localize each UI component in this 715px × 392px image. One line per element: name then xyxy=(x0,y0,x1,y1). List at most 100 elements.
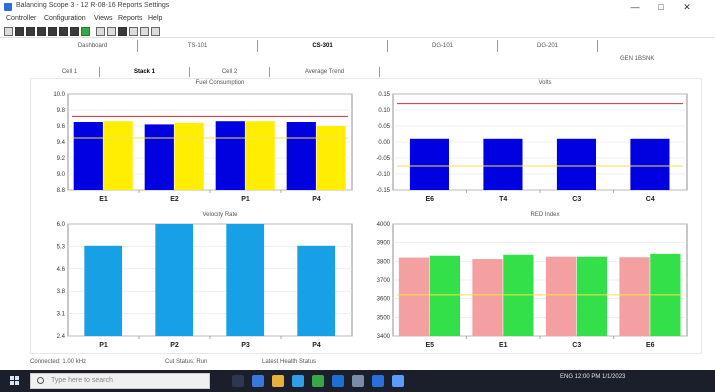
x-tick-label: E6 xyxy=(646,342,655,349)
x-tick-label: P2 xyxy=(170,342,179,349)
open-icon[interactable] xyxy=(15,27,24,36)
y-tick-label: 3.1 xyxy=(57,312,66,318)
x-tick-label: E6 xyxy=(425,196,434,203)
minimize-button[interactable]: — xyxy=(624,1,646,13)
menu-help[interactable]: Help xyxy=(148,15,162,22)
x-tick-label: P4 xyxy=(312,196,321,203)
help-icon[interactable] xyxy=(151,27,160,36)
x-tick-label: P1 xyxy=(241,196,250,203)
file-explorer-icon[interactable] xyxy=(272,375,284,387)
y-tick-label: 6.0 xyxy=(57,222,66,228)
mail-icon[interactable] xyxy=(332,375,344,387)
velocity-rate-bar xyxy=(297,245,336,336)
settings-icon[interactable] xyxy=(140,27,149,36)
zoom-in-icon[interactable] xyxy=(96,27,105,36)
x-tick-label: C3 xyxy=(572,196,581,203)
y-tick-label: 0.00 xyxy=(378,140,390,146)
sub-tabs: Cell 1 Stack 1 Cell 2 Average Trend xyxy=(40,67,440,77)
fuel-consumption-bar xyxy=(144,124,174,190)
x-tick-label: P4 xyxy=(312,342,321,349)
y-tick-label: 3.8 xyxy=(57,289,66,295)
y-tick-label: -0.10 xyxy=(376,172,390,178)
tab-ts-101[interactable]: TS-101 xyxy=(138,40,258,52)
chart-icon[interactable] xyxy=(59,27,68,36)
y-tick-label: 4.6 xyxy=(57,267,66,273)
system-tray: ENG 12:00 PM 1/1/2023 xyxy=(560,374,626,380)
tab-dg-101[interactable]: DG-101 xyxy=(388,40,498,52)
new-icon[interactable] xyxy=(4,27,13,36)
x-tick-label: T4 xyxy=(499,196,507,203)
fuel-consumption-bar xyxy=(245,121,275,190)
red-index-bar xyxy=(429,255,461,336)
store-icon[interactable] xyxy=(292,375,304,387)
red-index-chart: 4000 3900 3800 3700 3600 3500 3400 E5 E1 C3 E6 xyxy=(377,222,688,349)
toolbar xyxy=(0,25,715,38)
subtab-stack-1[interactable]: Stack 1 xyxy=(100,67,190,77)
y-tick-label: 9.0 xyxy=(57,172,66,178)
app-gray-icon[interactable] xyxy=(352,375,364,387)
y-tick-label: 9.4 xyxy=(57,140,66,146)
close-button[interactable]: ✕ xyxy=(676,1,698,13)
subtab-cell-2[interactable]: Cell 2 xyxy=(190,67,270,77)
subtab-average-trend[interactable]: Average Trend xyxy=(270,67,380,77)
y-tick-label: -0.05 xyxy=(376,156,390,162)
app-icon xyxy=(4,3,12,11)
fuel-consumption-bar xyxy=(174,122,204,190)
x-tick-label: E1 xyxy=(99,196,108,203)
window-icon[interactable] xyxy=(129,27,138,36)
search-icon xyxy=(37,377,44,384)
red-index-bar xyxy=(472,259,503,336)
maximize-button[interactable]: □ xyxy=(650,1,672,13)
volts-bar xyxy=(556,138,596,190)
x-tick-label: C3 xyxy=(572,342,581,349)
print-icon[interactable] xyxy=(37,27,46,36)
y-tick-label: 3400 xyxy=(377,334,391,340)
edge-icon[interactable] xyxy=(252,375,264,387)
x-tick-label: E5 xyxy=(425,342,434,349)
y-tick-label: 3900 xyxy=(377,241,391,247)
y-tick-label: 0.15 xyxy=(378,92,390,98)
y-tick-label: 3700 xyxy=(377,278,391,284)
taskbar-search-input[interactable]: Type here to search xyxy=(30,373,210,389)
search-placeholder: Type here to search xyxy=(51,377,113,384)
balancing-scope-icon[interactable] xyxy=(392,375,404,387)
menu-configuration[interactable]: Configuration xyxy=(44,15,86,22)
y-tick-label: 3600 xyxy=(377,297,391,303)
x-tick-label: P3 xyxy=(241,342,250,349)
run-icon[interactable] xyxy=(81,27,90,36)
windows-start-icon[interactable] xyxy=(10,376,20,386)
subtab-cell-1[interactable]: Cell 1 xyxy=(40,67,100,77)
velocity-rate-chart: 6.0 5.3 4.6 3.8 3.1 2.4 P1 P2 P3 P4 xyxy=(57,222,353,349)
menu-controller[interactable]: Controller xyxy=(6,15,36,22)
y-tick-label: 2.4 xyxy=(57,334,66,340)
fuel-consumption-bar xyxy=(316,126,346,190)
y-tick-label: 0.05 xyxy=(378,124,390,130)
y-tick-label: -0.15 xyxy=(376,188,390,194)
y-tick-label: 3500 xyxy=(377,315,391,321)
task-view-icon[interactable] xyxy=(232,375,244,387)
table-icon[interactable] xyxy=(70,27,79,36)
fuel-consumption-bar xyxy=(73,122,103,190)
status-health: Latest Health Status xyxy=(262,359,317,365)
tab-dg-201[interactable]: DG-201 xyxy=(498,40,598,52)
x-tick-label: C4 xyxy=(646,196,655,203)
app-blue-icon[interactable] xyxy=(372,375,384,387)
tab-dashboard[interactable]: Dashboard xyxy=(48,40,138,52)
x-tick-label: P1 xyxy=(99,342,108,349)
menu-views[interactable]: Views xyxy=(94,15,113,22)
fuel-consumption-bar xyxy=(286,122,316,190)
chart-title-volts: Volts xyxy=(538,80,552,86)
menu-reports[interactable]: Reports xyxy=(118,15,143,22)
zoom-out-icon[interactable] xyxy=(107,27,116,36)
tab-cs-301[interactable]: CS-301 xyxy=(258,40,388,52)
y-tick-label: 0.10 xyxy=(378,108,390,114)
grid-icon[interactable] xyxy=(118,27,127,36)
y-tick-label: 5.3 xyxy=(57,244,66,250)
y-tick-label: 10.0 xyxy=(53,92,65,98)
window-title: Balancing Scope 3 - 12 R-08-16 Reports S… xyxy=(16,2,170,9)
export-icon[interactable] xyxy=(48,27,57,36)
red-index-bar xyxy=(619,257,650,336)
volts-bar xyxy=(409,138,449,190)
app-green-icon[interactable] xyxy=(312,375,324,387)
save-icon[interactable] xyxy=(26,27,35,36)
